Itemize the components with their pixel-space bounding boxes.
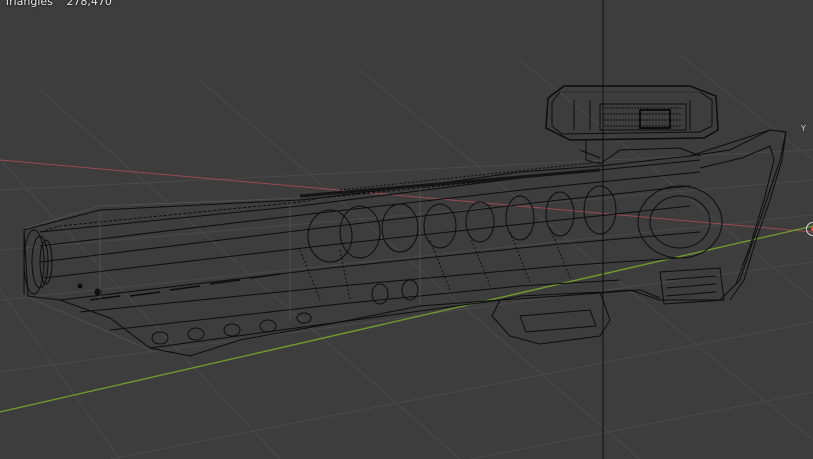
viewport-canvas[interactable]: [0, 0, 813, 459]
y-axis-tick-label: Y: [801, 124, 806, 133]
scene-stats-overlay: Triangles 278,470: [4, 0, 112, 8]
transform-gizmo-icon[interactable]: [806, 222, 813, 236]
stats-triangle-count: 278,470: [66, 0, 112, 8]
3d-viewport[interactable]: Triangles 278,470 Y: [0, 0, 813, 459]
x-axis-line: [0, 159, 813, 233]
y-axis-line: [0, 225, 813, 413]
rifle-model-wireframe[interactable]: [23, 85, 787, 357]
stats-label: Triangles: [4, 0, 53, 8]
